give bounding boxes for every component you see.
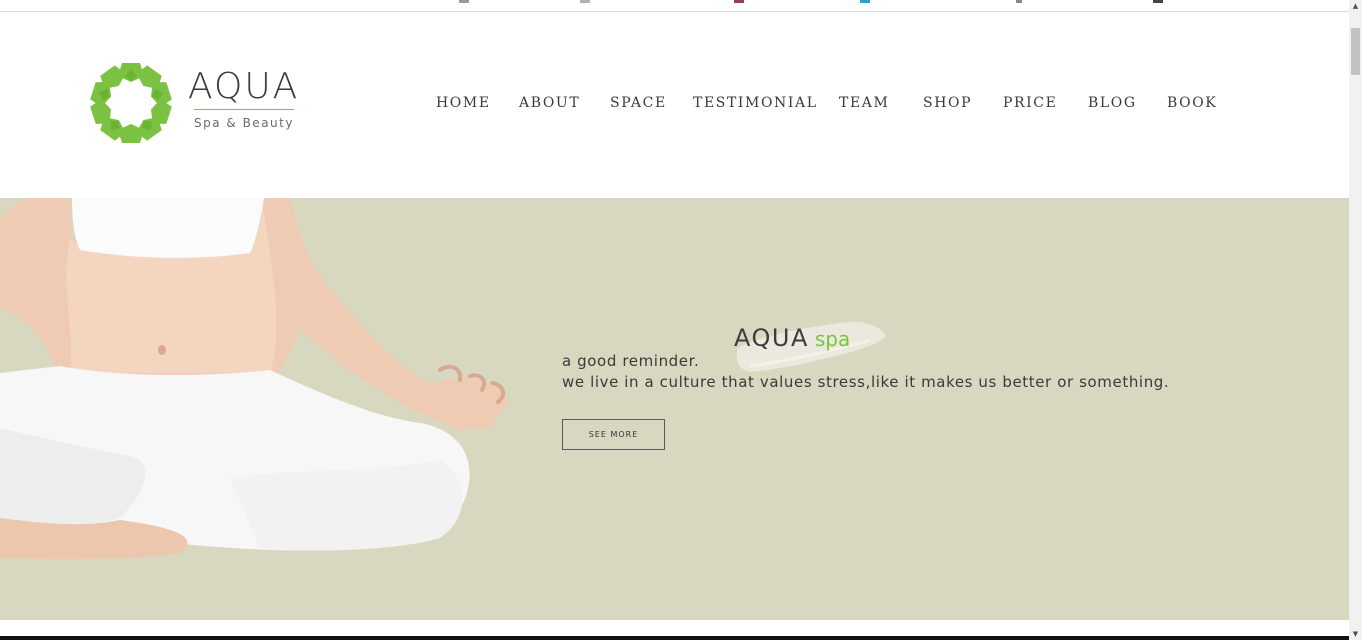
site-header: AQUA Spa & Beauty HOME ABOUT SPACE TESTI… — [0, 12, 1349, 198]
see-more-button[interactable]: SEE MORE — [562, 419, 665, 450]
social-icon-partial[interactable] — [734, 0, 744, 3]
hero-tagline-1: a good reminder. — [562, 352, 700, 370]
social-icon-partial[interactable] — [1016, 0, 1022, 3]
hero-tagline-2: we live in a culture that values stress,… — [562, 373, 1170, 391]
scroll-thumb[interactable] — [1351, 28, 1360, 75]
scroll-up-arrow-icon[interactable]: ▲ — [1349, 0, 1362, 12]
yoga-woman-meditating-image — [0, 198, 508, 560]
hero-banner: AQUA spa a good reminder. we live in a cu… — [0, 198, 1349, 620]
nav-item-home[interactable]: HOME — [436, 95, 491, 111]
nav-item-team[interactable]: TEAM — [839, 95, 889, 111]
nav-item-book[interactable]: BOOK — [1167, 95, 1217, 111]
social-icon-partial[interactable] — [860, 0, 870, 3]
main-navigation: HOME ABOUT SPACE TESTIMONIAL TEAM SHOP P… — [0, 12, 1349, 198]
hero-brand: AQUA spa — [734, 324, 850, 352]
social-icon-partial[interactable] — [580, 0, 590, 3]
hero-brand-aqua: AQUA — [734, 324, 809, 352]
social-icon-partial[interactable] — [1153, 0, 1163, 3]
social-icon-partial[interactable] — [459, 0, 469, 3]
nav-item-space[interactable]: SPACE — [610, 95, 667, 111]
hero-brand-spa: spa — [814, 327, 851, 351]
nav-item-price[interactable]: PRICE — [1003, 95, 1057, 111]
next-section-edge — [0, 620, 1349, 640]
page-scrollbar[interactable]: ▲ ▼ — [1349, 0, 1362, 640]
nav-item-blog[interactable]: BLOG — [1088, 95, 1137, 111]
nav-item-about[interactable]: ABOUT — [519, 95, 580, 111]
nav-item-shop[interactable]: SHOP — [923, 95, 972, 111]
dark-band — [0, 636, 1349, 640]
scroll-down-arrow-icon[interactable]: ▼ — [1349, 628, 1362, 640]
top-social-strip — [0, 0, 1349, 12]
nav-item-testimonial[interactable]: TESTIMONIAL — [693, 95, 818, 111]
